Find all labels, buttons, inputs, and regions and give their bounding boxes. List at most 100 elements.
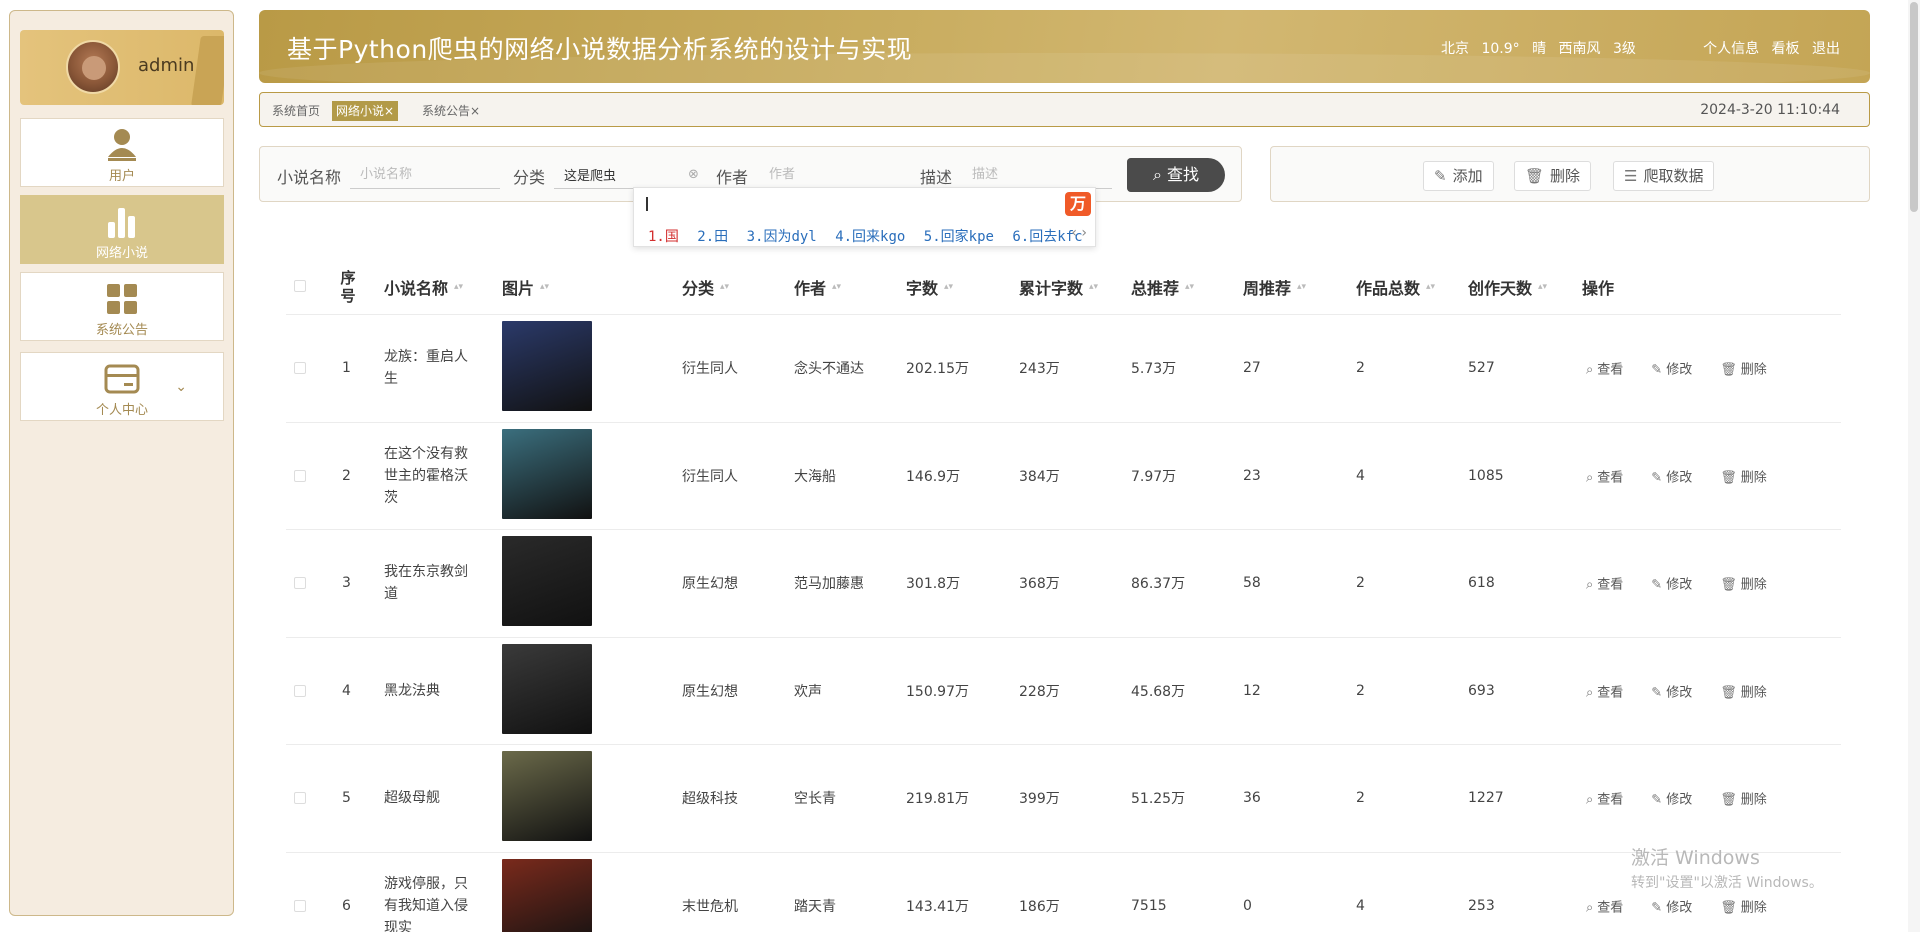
tab-novels[interactable]: 网络小说×	[332, 101, 399, 121]
cell-works: 4	[1356, 897, 1365, 914]
delete-row-button[interactable]: 🗑 删除	[1720, 470, 1781, 485]
search-icon: ⌕	[1586, 900, 1594, 916]
search-icon: ⌕	[1586, 362, 1594, 378]
search-icon: ⌕	[1152, 165, 1162, 184]
header-name[interactable]: 小说名称 ▴▾	[384, 258, 463, 315]
novel-table: 序号 小说名称 ▴▾ 图片 ▴▾ 分类 ▴▾ 作者 ▴▾ 字数 ▴▾ 累计字数 ▴▾ 总推荐…	[286, 258, 1841, 932]
view-button[interactable]: ⌕ 查看	[1586, 470, 1637, 485]
chevron-down-icon[interactable]: ⌄	[175, 379, 187, 395]
view-button[interactable]: ⌕ 查看	[1586, 578, 1637, 593]
sidebar-item-label: 用户	[108, 169, 135, 184]
row-checkbox[interactable]	[294, 792, 306, 804]
header-days[interactable]: 创作天数 ▴▾	[1468, 258, 1547, 315]
avatar	[66, 40, 120, 94]
select-all-checkbox[interactable]	[294, 280, 306, 292]
row-checkbox[interactable]	[294, 899, 306, 912]
header-week-rec[interactable]: 周推荐 ▴▾	[1243, 258, 1306, 315]
header-works[interactable]: 作品总数 ▴▾	[1356, 258, 1435, 315]
weather-condition: 晴	[1532, 41, 1547, 57]
view-button[interactable]: ⌕ 查看	[1586, 363, 1637, 378]
trash-icon: 🗑	[1720, 685, 1737, 701]
ime-candidate[interactable]: 2.田	[697, 229, 728, 245]
row-checkbox[interactable]	[294, 577, 306, 589]
row-checkbox[interactable]	[294, 362, 306, 374]
sort-icon: ▴▾	[1426, 281, 1436, 292]
logout-link[interactable]: 退出	[1812, 41, 1840, 57]
edit-button[interactable]: ✎ 修改	[1651, 470, 1706, 485]
header-category[interactable]: 分类 ▴▾	[682, 258, 729, 315]
ime-candidate[interactable]: 1.国	[648, 229, 679, 245]
edit-button[interactable]: ✎ 修改	[1651, 363, 1706, 378]
scrollbar[interactable]	[1908, 0, 1920, 932]
cell-days: 527	[1468, 360, 1495, 377]
table-header: 序号 小说名称 ▴▾ 图片 ▴▾ 分类 ▴▾ 作者 ▴▾ 字数 ▴▾ 累计字数 ▴▾ 总推荐…	[286, 258, 1841, 315]
name-input[interactable]	[350, 161, 500, 189]
header-words[interactable]: 字数 ▴▾	[906, 258, 953, 315]
delete-row-button[interactable]: 🗑 删除	[1720, 578, 1781, 593]
profile-link[interactable]: 个人信息	[1703, 41, 1759, 57]
crawl-button[interactable]: ☰ 爬取数据	[1613, 161, 1715, 191]
cell-total-words: 228万	[1019, 683, 1060, 700]
search-button[interactable]: ⌕ 查找	[1127, 158, 1225, 192]
sort-icon: ▴▾	[720, 281, 730, 292]
tab-announcements[interactable]: 系统公告×	[418, 101, 484, 121]
tab-home[interactable]: 系统首页	[268, 101, 324, 121]
edit-button[interactable]: ✎ 修改	[1651, 685, 1706, 700]
ime-candidate[interactable]: 3.因为dyl	[747, 229, 817, 245]
sort-icon: ▴▾	[454, 281, 464, 292]
delete-row-button[interactable]: 🗑 删除	[1720, 363, 1781, 378]
delete-row-button[interactable]: 🗑 删除	[1720, 793, 1781, 808]
desc-input[interactable]	[962, 161, 1112, 189]
dashboard-link[interactable]: 看板	[1772, 41, 1800, 57]
cover-image[interactable]	[502, 858, 592, 932]
close-icon[interactable]: ×	[470, 104, 480, 118]
edit-button[interactable]: ✎ 修改	[1651, 900, 1706, 915]
user-card[interactable]: admin	[20, 30, 224, 105]
close-icon[interactable]: ×	[384, 104, 394, 118]
edit-button[interactable]: ✎ 修改	[1651, 578, 1706, 593]
add-button[interactable]: ✎ 添加	[1423, 161, 1494, 191]
cell-week-rec: 12	[1243, 682, 1261, 699]
cell-words: 202.15万	[906, 361, 969, 378]
header-image[interactable]: 图片 ▴▾	[502, 258, 549, 315]
table-row: 6 末世危机 踏天青 143.41万 186万 7515 0 4 253 游戏停服，只有我知道入侵…	[286, 853, 1841, 932]
edit-button[interactable]: ✎ 修改	[1651, 793, 1706, 808]
view-button[interactable]: ⌕ 查看	[1586, 793, 1637, 808]
sidebar-item-novels[interactable]: 网络小说	[20, 195, 224, 264]
ime-page-arrows[interactable]: ‹ ›	[1071, 225, 1087, 241]
delete-row-button[interactable]: 🗑 删除	[1720, 685, 1781, 700]
sidebar-item-personal-center[interactable]: 个人中心 ⌄	[20, 352, 224, 421]
header-total-words[interactable]: 累计字数 ▴▾	[1019, 258, 1098, 315]
header-total-rec[interactable]: 总推荐 ▴▾	[1131, 258, 1194, 315]
cell-total-rec: 51.25万	[1131, 791, 1186, 808]
category-input[interactable]	[554, 161, 704, 189]
header-author[interactable]: 作者 ▴▾	[794, 258, 841, 315]
ime-candidate[interactable]: 4.回来kgo	[835, 229, 905, 245]
clear-icon[interactable]: ⊗	[688, 167, 699, 182]
view-button[interactable]: ⌕ 查看	[1586, 900, 1637, 915]
cover-image[interactable]	[502, 428, 592, 519]
cover-image[interactable]	[502, 321, 592, 411]
row-checkbox[interactable]	[294, 684, 306, 697]
sidebar-item-label: 个人中心	[95, 403, 148, 418]
sidebar-item-announcements[interactable]: 系统公告	[20, 272, 224, 341]
table-row: 1 衍生同人 念头不通达 202.15万 243万 5.73万 27 2 527 龙族：重启人生 ⌕…	[286, 315, 1841, 423]
cover-image[interactable]	[502, 536, 592, 626]
author-input[interactable]	[759, 161, 909, 189]
windows-activation-watermark: 激活 Windows 转到"设置"以激活 Windows。	[1631, 847, 1823, 891]
cell-name: 龙族：重启人生	[384, 349, 468, 388]
ime-candidate[interactable]: 5.回家kpe	[924, 229, 994, 245]
cell-category: 超级科技	[682, 791, 738, 808]
cell-name: 游戏停服，只有我知道入侵现实	[384, 875, 468, 932]
cover-image[interactable]	[502, 751, 592, 841]
sidebar: admin 用户 网络小说 系统公告 个人中心 ⌄	[9, 10, 234, 916]
view-button[interactable]: ⌕ 查看	[1586, 685, 1637, 700]
cell-works: 2	[1356, 790, 1365, 807]
cell-words: 301.8万	[906, 576, 961, 593]
sidebar-item-users[interactable]: 用户	[20, 118, 224, 187]
delete-button[interactable]: 🗑 删除	[1514, 161, 1592, 191]
row-checkbox[interactable]	[294, 469, 306, 482]
trash-icon: 🗑	[1720, 900, 1737, 916]
cover-image[interactable]	[502, 643, 592, 734]
delete-row-button[interactable]: 🗑 删除	[1720, 900, 1781, 915]
